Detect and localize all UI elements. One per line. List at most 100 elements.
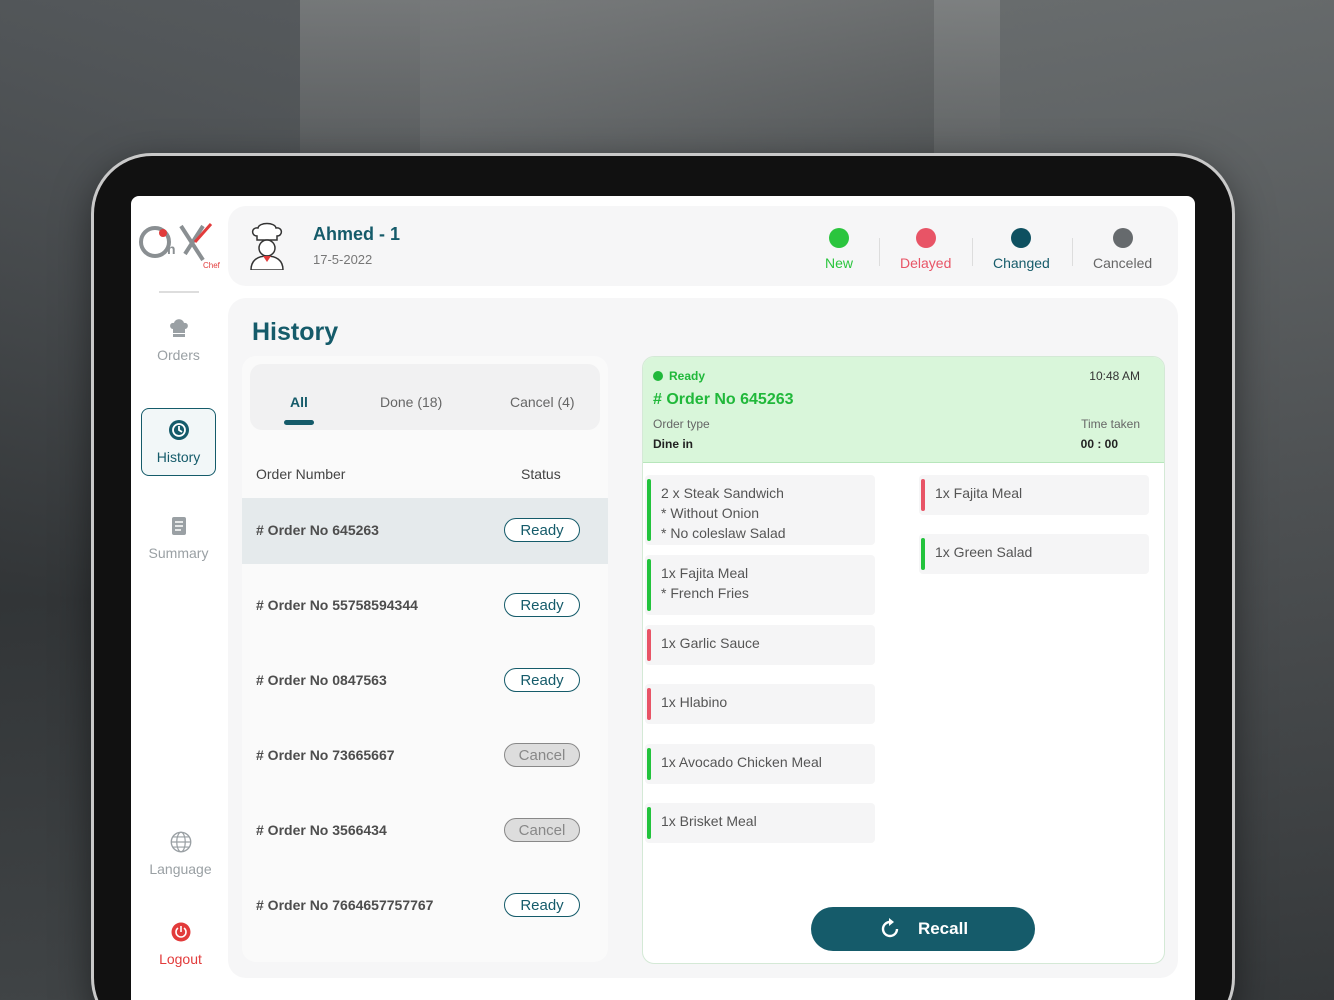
order-item: 2 x Steak Sandwich * Without Onion * No … — [645, 475, 875, 545]
status-badge: Cancel — [504, 818, 580, 842]
legend-changed: Changed — [993, 228, 1050, 271]
table-row[interactable]: # Order No 3566434 Cancel — [242, 798, 608, 864]
item-modifier: * Without Onion — [661, 503, 875, 523]
order-item: 1x Brisket Meal — [645, 803, 875, 843]
filter-tabs: All Done (18) Cancel (4) — [250, 364, 600, 430]
tab-cancel[interactable]: Cancel (4) — [510, 394, 575, 410]
sidebar-item-label: Orders — [157, 347, 200, 363]
item-flag — [647, 688, 651, 720]
table-row[interactable]: # Order No 55758594344 Ready — [242, 573, 608, 639]
app-logo: n Chef — [137, 220, 223, 272]
divider — [879, 238, 880, 266]
item-line: 1x Hlabino — [661, 694, 727, 710]
order-number: # Order No 55758594344 — [256, 597, 418, 613]
order-type-label: Order type — [653, 417, 710, 431]
item-line: 1x Brisket Meal — [661, 813, 757, 829]
item-flag — [647, 807, 651, 839]
legend-label: Changed — [993, 255, 1050, 271]
column-header-order: Order Number — [256, 466, 345, 482]
order-item: 1x Fajita Meal — [919, 475, 1149, 515]
sidebar-item-orders[interactable]: Orders — [141, 306, 216, 374]
order-time: 10:48 AM — [1089, 369, 1140, 383]
sidebar-item-language[interactable]: Language — [143, 820, 218, 888]
order-item: 1x Green Salad — [919, 534, 1149, 574]
table-row[interactable]: # Order No 7664657757767 Ready — [242, 873, 608, 939]
order-status: Ready — [669, 369, 705, 383]
status-badge: Cancel — [504, 743, 580, 767]
item-line: 1x Fajita Meal — [935, 485, 1022, 501]
item-flag — [921, 538, 925, 570]
status-badge: Ready — [504, 593, 580, 617]
order-detail-header: Ready 10:48 AM # Order No 645263 Order t… — [643, 357, 1165, 463]
divider — [159, 291, 199, 293]
table-row[interactable]: # Order No 73665667 Cancel — [242, 723, 608, 789]
legend-label: New — [825, 255, 853, 271]
column-header-status: Status — [521, 466, 561, 482]
table-row[interactable]: # Order No 645263 Ready — [242, 498, 608, 564]
item-line: 1x Avocado Chicken Meal — [661, 754, 822, 770]
order-list: All Done (18) Cancel (4) Order Number St… — [242, 356, 608, 962]
item-flag — [647, 629, 651, 661]
item-line: 1x Green Salad — [935, 544, 1032, 560]
status-dot — [653, 371, 663, 381]
order-number: # Order No 645263 — [653, 391, 794, 409]
legend-canceled: Canceled — [1093, 228, 1152, 271]
active-tab-indicator — [284, 420, 314, 425]
order-item: 1x Fajita Meal * French Fries — [645, 555, 875, 615]
time-taken-label: Time taken — [1081, 417, 1140, 431]
item-modifier: * No coleslaw Salad — [661, 523, 875, 543]
sidebar-item-label: Language — [149, 861, 211, 877]
svg-text:n: n — [167, 241, 176, 257]
item-line: 2 x Steak Sandwich — [661, 485, 784, 501]
page-title: History — [252, 318, 338, 347]
order-number: # Order No 7664657757767 — [256, 897, 433, 913]
sidebar-item-label: Logout — [159, 951, 202, 967]
legend-label: Canceled — [1093, 255, 1152, 271]
svg-text:Chef: Chef — [203, 261, 221, 270]
power-icon — [170, 921, 192, 943]
order-number: # Order No 73665667 — [256, 747, 395, 763]
item-flag — [647, 479, 651, 541]
order-item: 1x Garlic Sauce — [645, 625, 875, 665]
header: Ahmed - 1 17-5-2022 New Delayed Changed … — [228, 206, 1178, 286]
chef-avatar — [248, 222, 286, 270]
legend-delayed: Delayed — [900, 228, 951, 271]
order-number: # Order No 0847563 — [256, 672, 387, 688]
sidebar-item-summary[interactable]: Summary — [141, 504, 216, 572]
divider — [1072, 238, 1073, 266]
order-number: # Order No 3566434 — [256, 822, 387, 838]
user-name: Ahmed - 1 — [313, 224, 400, 245]
table-row[interactable]: # Order No 0847563 Ready — [242, 648, 608, 714]
document-icon — [168, 515, 190, 537]
refresh-icon — [878, 917, 902, 941]
legend-label: Delayed — [900, 255, 951, 271]
status-dot — [829, 228, 849, 248]
tab-done[interactable]: Done (18) — [380, 394, 442, 410]
recall-button[interactable]: Recall — [811, 907, 1035, 951]
item-modifier: * French Fries — [661, 583, 875, 603]
order-number: # Order No 645263 — [256, 522, 379, 538]
item-line: 1x Fajita Meal — [661, 565, 748, 581]
status-badge: Ready — [504, 893, 580, 917]
order-item: 1x Avocado Chicken Meal — [645, 744, 875, 784]
sidebar-item-history[interactable]: History — [141, 408, 216, 476]
clock-icon — [168, 419, 190, 441]
status-dot — [1011, 228, 1031, 248]
status-dot — [1113, 228, 1133, 248]
sidebar-item-label: Summary — [149, 545, 209, 561]
order-item: 1x Hlabino — [645, 684, 875, 724]
legend-new: New — [825, 228, 853, 271]
item-line: 1x Garlic Sauce — [661, 635, 760, 651]
background-blur — [300, 0, 1000, 180]
order-detail: Ready 10:48 AM # Order No 645263 Order t… — [642, 356, 1165, 964]
divider — [972, 238, 973, 266]
sidebar-item-label: History — [157, 449, 201, 465]
item-flag — [647, 748, 651, 780]
order-type-value: Dine in — [653, 437, 693, 451]
item-flag — [647, 559, 651, 611]
globe-icon — [170, 831, 192, 853]
app-screen: n Chef Orders History Summary — [131, 196, 1195, 1000]
sidebar-item-logout[interactable]: Logout — [143, 910, 218, 978]
chef-hat-icon — [168, 317, 190, 339]
tab-all[interactable]: All — [290, 394, 308, 410]
